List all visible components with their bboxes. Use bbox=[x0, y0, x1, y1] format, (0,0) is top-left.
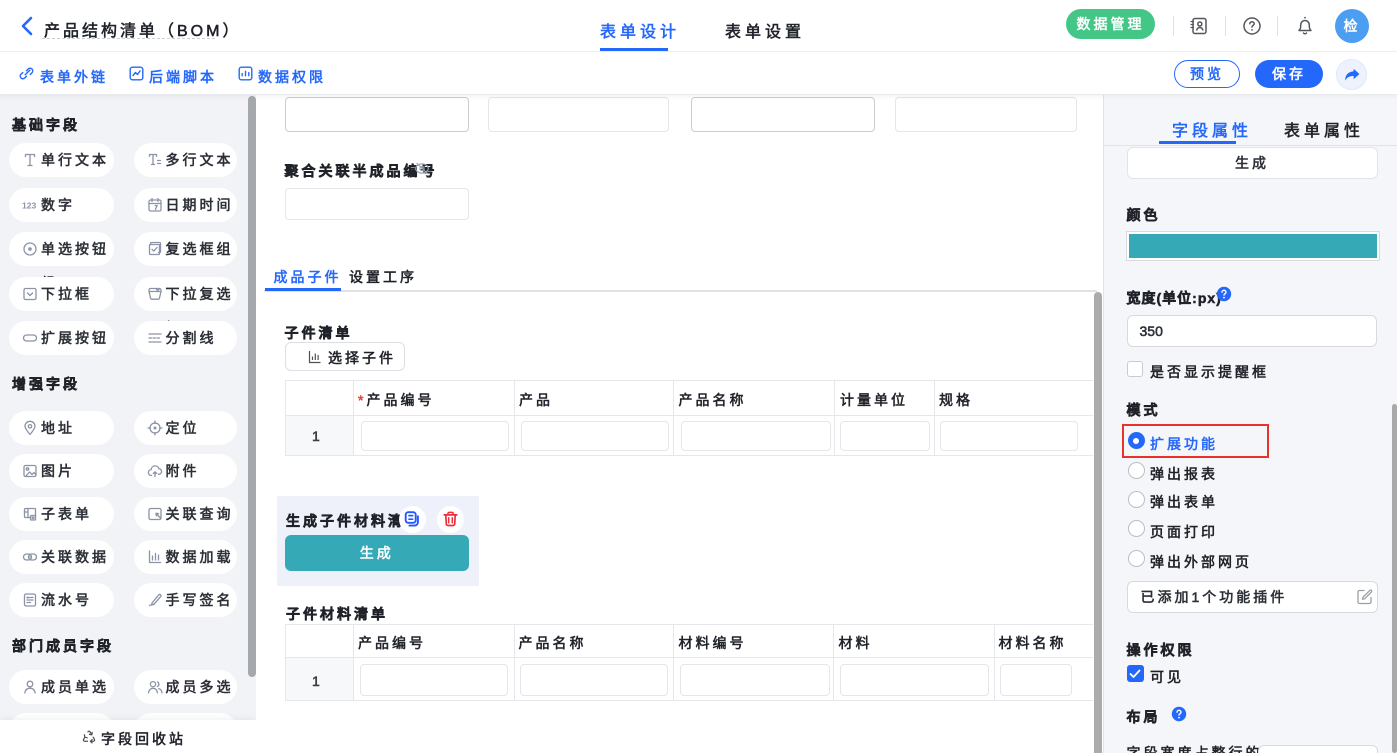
svg-text:123: 123 bbox=[22, 200, 36, 210]
